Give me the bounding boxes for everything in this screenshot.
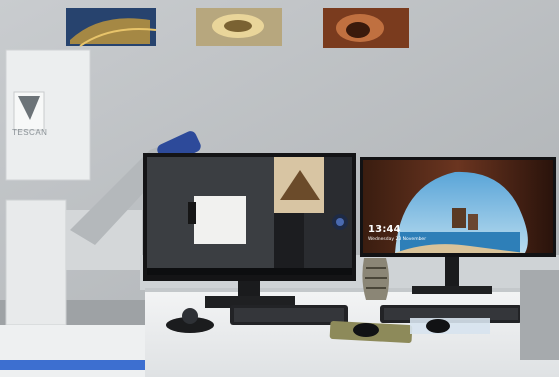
vase [362,258,389,300]
lock-screen-time: 13:44 [368,224,401,235]
mouse [426,319,450,333]
wall-poster [196,8,282,46]
wall-poster [323,8,409,48]
lab-photo: TESCAN 13:44 Wednesday 23 November [0,0,559,377]
lock-screen-date: Wednesday 23 November [368,237,427,242]
mouse [353,323,379,337]
microscope-brand-label: TESCAN [12,128,48,137]
wall-poster [66,8,157,47]
photo-scene [0,0,559,377]
